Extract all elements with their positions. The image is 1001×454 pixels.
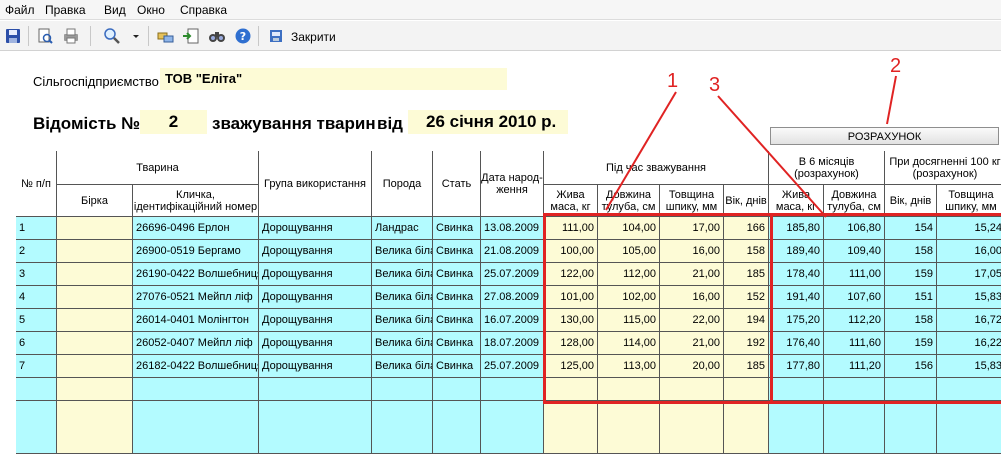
annotation-2: 2 [890, 55, 902, 77]
annotation-1: 1 [667, 70, 679, 92]
annotation-lines [605, 75, 897, 218]
annotation-3: 3 [709, 74, 721, 96]
